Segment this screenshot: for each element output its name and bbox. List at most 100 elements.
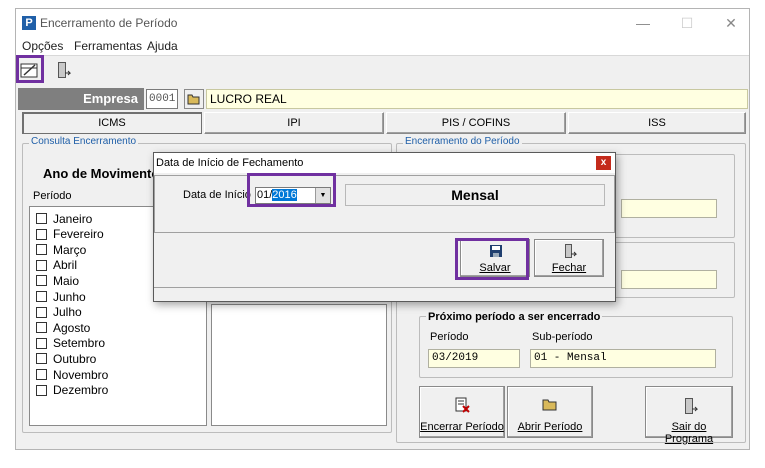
open-folder-icon: [542, 399, 557, 411]
abrir-label: Abrir Período: [517, 421, 583, 433]
menu-ajuda[interactable]: Ajuda: [147, 39, 178, 53]
exit-door-icon: [565, 244, 578, 258]
month-item[interactable]: Fevereiro: [36, 227, 104, 242]
toolbar: [16, 55, 749, 85]
month-label: Janeiro: [53, 211, 93, 226]
subperiod-list[interactable]: [211, 304, 387, 426]
month-item[interactable]: Julho: [36, 305, 82, 320]
month-checkbox[interactable]: [36, 322, 47, 334]
title-bar: P Encerramento de Período — ☐ ✕: [16, 9, 749, 37]
encerrar-label: Encerrar Período: [420, 421, 504, 433]
proximo-title: Próximo período a ser encerrado: [426, 311, 603, 323]
month-checkbox[interactable]: [36, 291, 47, 302]
dialog-title-bar: Data de Início de Fechamento x: [154, 153, 615, 173]
dialog-title: Data de Início de Fechamento: [156, 157, 304, 169]
tab-bar: ICMS IPI PIS / COFINS ISS: [22, 112, 746, 134]
periodo-label: Período: [430, 331, 469, 343]
close-period-icon: [455, 397, 470, 413]
exit-button[interactable]: [51, 58, 75, 82]
month-item[interactable]: Janeiro: [36, 211, 92, 226]
exit-door-icon: [58, 62, 71, 78]
periodo-header: Período: [33, 190, 72, 202]
menu-opcoes[interactable]: Opções: [22, 39, 63, 53]
tab-iss[interactable]: ISS: [568, 112, 746, 134]
highlight-toolbar: [16, 55, 44, 83]
month-label: Abril: [53, 258, 78, 273]
month-checkbox[interactable]: [36, 369, 47, 380]
tab-ipi-label: IPI: [287, 117, 301, 129]
sair-programa-button[interactable]: Sair do Programa: [645, 386, 733, 445]
month-item[interactable]: Agosto: [36, 320, 90, 335]
proximo-group: Próximo período a ser encerrado Período …: [419, 311, 733, 378]
month-checkbox[interactable]: [36, 259, 47, 271]
month-item[interactable]: Junho: [36, 289, 86, 304]
month-label: Maio: [53, 273, 80, 288]
month-label: Dezembro: [53, 383, 109, 398]
empresa-code-field[interactable]: 0001: [146, 89, 178, 109]
sair-label: Sair do Programa: [664, 421, 714, 445]
tab-pis-cofins-label: PIS / COFINS: [441, 117, 511, 129]
empresa-label: Empresa: [18, 88, 144, 110]
dialog-panel: Data de Início 01/2016 ▼ Mensal: [154, 175, 615, 233]
date-label: Data de Início: [183, 189, 251, 201]
tab-icms[interactable]: ICMS: [22, 112, 202, 134]
hidden-field-2: [621, 270, 717, 289]
tab-ipi[interactable]: IPI: [204, 112, 384, 134]
minimize-button[interactable]: —: [628, 13, 658, 33]
mode-display: Mensal: [345, 184, 605, 206]
subperiodo-label: Sub-período: [532, 331, 593, 343]
tab-pis-cofins[interactable]: PIS / COFINS: [386, 112, 566, 134]
encerrar-periodo-button[interactable]: Encerrar Período: [419, 386, 505, 438]
open-folder-icon: [187, 94, 200, 105]
month-item[interactable]: Novembro: [36, 367, 108, 382]
menu-ferramentas[interactable]: Ferramentas: [74, 39, 142, 53]
month-checkbox[interactable]: [36, 337, 47, 349]
abrir-periodo-button[interactable]: Abrir Período: [507, 386, 593, 438]
month-item[interactable]: Abril: [36, 258, 77, 273]
month-checkbox[interactable]: [36, 353, 47, 365]
month-checkbox[interactable]: [36, 213, 47, 224]
menu-bar: Opções Ferramentas Ajuda: [16, 37, 749, 55]
month-label: Novembro: [53, 367, 109, 382]
tab-icms-label: ICMS: [98, 117, 126, 129]
highlight-salvar: [455, 238, 529, 280]
month-label: Agosto: [53, 320, 91, 335]
highlight-date: [247, 173, 336, 207]
fechar-label: Fechar: [551, 262, 587, 274]
empresa-row: Empresa 0001 LUCRO REAL: [18, 88, 748, 110]
month-label: Março: [53, 242, 87, 257]
month-item[interactable]: Março: [36, 242, 86, 257]
consulta-title: Consulta Encerramento: [29, 136, 139, 147]
dialog-status-bar: [154, 287, 615, 302]
hidden-field-1: [621, 199, 717, 218]
encerramento-title: Encerramento do Período: [403, 136, 522, 147]
month-item[interactable]: Setembro: [36, 336, 105, 351]
month-checkbox[interactable]: [36, 306, 47, 318]
month-checkbox[interactable]: [36, 275, 47, 287]
month-label: Julho: [53, 305, 82, 320]
empresa-browse-button[interactable]: [184, 89, 204, 109]
maximize-button[interactable]: ☐: [672, 13, 702, 33]
app-icon: P: [22, 16, 36, 30]
ano-label: Ano de Movimento: [43, 166, 160, 181]
fechar-button[interactable]: Fechar: [534, 239, 604, 277]
month-item[interactable]: Maio: [36, 273, 79, 288]
window-title: Encerramento de Período: [40, 16, 178, 30]
month-checkbox[interactable]: [36, 244, 47, 256]
month-label: Fevereiro: [53, 227, 104, 242]
month-item[interactable]: Dezembro: [36, 383, 108, 398]
month-checkbox[interactable]: [36, 228, 47, 240]
dialog-close-button[interactable]: x: [596, 156, 611, 170]
close-window-button[interactable]: ✕: [716, 13, 746, 33]
subperiodo-field: 01 - Mensal: [530, 349, 716, 368]
month-item[interactable]: Outubro: [36, 351, 96, 366]
periodo-field: 03/2019: [428, 349, 520, 368]
month-label: Outubro: [53, 351, 97, 366]
date-dialog: Data de Início de Fechamento x Data de I…: [153, 152, 616, 302]
empresa-name-field: LUCRO REAL: [206, 89, 748, 109]
month-label: Junho: [53, 289, 86, 304]
tab-iss-label: ISS: [648, 117, 666, 129]
exit-door-icon: [685, 398, 698, 414]
month-label: Setembro: [53, 336, 106, 351]
month-checkbox[interactable]: [36, 384, 47, 396]
